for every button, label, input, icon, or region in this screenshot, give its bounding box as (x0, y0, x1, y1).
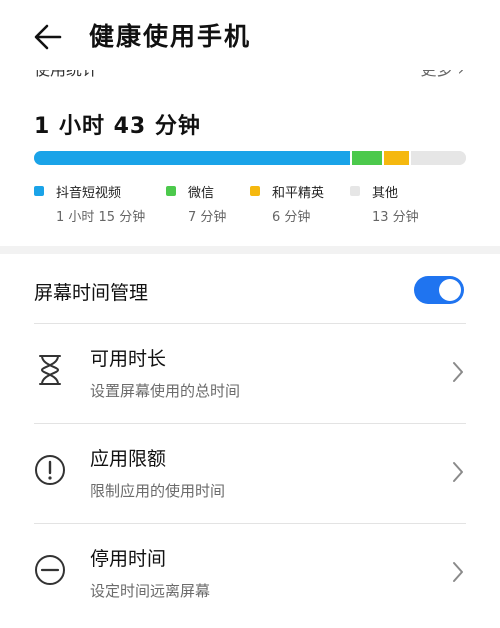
downtime-item[interactable]: 停用时间 设定时间远离屏幕 (34, 524, 466, 624)
toggle-knob (439, 279, 461, 301)
usage-bar-segment (34, 151, 351, 165)
screen-time-management-title: 屏幕时间管理 (34, 282, 149, 304)
alert-circle-icon (34, 452, 66, 488)
chevron-right-icon (453, 462, 463, 482)
hourglass-icon (34, 352, 66, 388)
usage-legend: 抖音短视频 1 小时 15 分钟 微信 7 分钟 和平精英 6 分钟 其他 13… (34, 184, 474, 234)
chevron-right-icon (453, 362, 463, 382)
legend-app-duration: 1 小时 15 分钟 (56, 210, 146, 225)
arrow-left-icon (34, 24, 62, 50)
app-limits-item[interactable]: 应用限额 限制应用的使用时间 (34, 424, 466, 524)
legend-app-duration: 7 分钟 (188, 210, 227, 225)
item-label: 应用限额 (90, 448, 167, 470)
item-description: 设置屏幕使用的总时间 (90, 382, 241, 400)
legend-app-name: 其他 (372, 186, 399, 201)
page-title: 健康使用手机 (89, 22, 252, 51)
screen-time-toggle-row: 屏幕时间管理 (34, 254, 466, 324)
item-label: 可用时长 (90, 348, 167, 370)
usage-card: 使用统计 更多 › 1 小时 43 分钟 抖音短视频 1 小时 15 分钟 微信… (0, 60, 500, 246)
usage-breakdown-bar (34, 151, 466, 165)
legend-app-duration: 13 分钟 (372, 210, 419, 225)
legend-swatch (250, 186, 260, 196)
top-bar: 健康使用手机 (0, 0, 500, 70)
chevron-right-icon (453, 562, 463, 582)
usage-bar-segment (411, 151, 466, 165)
legend-app-duration: 6 分钟 (272, 210, 311, 225)
legend-app-name: 微信 (188, 186, 215, 201)
legend-app-name: 和平精英 (272, 186, 325, 201)
available-duration-item[interactable]: 可用时长 设置屏幕使用的总时间 (34, 324, 466, 424)
usage-bar-segment (352, 151, 382, 165)
back-button[interactable] (28, 19, 68, 55)
screen-time-toggle[interactable] (414, 276, 464, 304)
minus-circle-icon (34, 552, 66, 588)
screen-time-management-card: 屏幕时间管理 可用时长 设置屏幕使用的总时间 应用限额 限制应用的使用时间 停用… (0, 254, 500, 628)
item-description: 设定时间远离屏幕 (90, 582, 211, 600)
item-description: 限制应用的使用时间 (90, 482, 226, 500)
legend-swatch (166, 186, 176, 196)
item-label: 停用时间 (90, 548, 167, 570)
legend-swatch (34, 186, 44, 196)
usage-bar-segment (383, 151, 410, 165)
legend-app-name: 抖音短视频 (56, 186, 122, 201)
legend-swatch (350, 186, 360, 196)
total-usage-time: 1 小时 43 分钟 (34, 114, 201, 139)
